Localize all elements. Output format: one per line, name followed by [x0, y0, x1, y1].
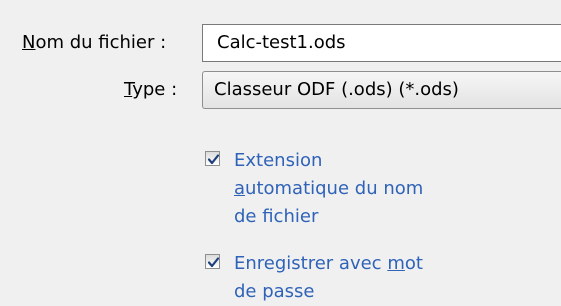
filename-input[interactable]: Calc-test1.ods	[202, 24, 561, 62]
auto-extension-label[interactable]: Extension automatique du nom de fichier	[234, 147, 423, 231]
save-with-password-line2: de passe	[234, 281, 315, 302]
auto-extension-line3: de fichier	[234, 206, 319, 227]
type-select[interactable]: Classeur ODF (.ods) (*.ods)	[202, 71, 561, 109]
filename-label-text: om du fichier :	[35, 32, 167, 53]
checkmark-icon	[207, 154, 220, 165]
save-with-password-line1: Enregistrer avec mot	[234, 250, 423, 278]
checkmark-icon	[207, 257, 220, 268]
save-with-password-checkbox[interactable]	[205, 254, 220, 269]
filename-value: Calc-test1.ods	[217, 32, 346, 53]
save-with-password-suffix: ot	[404, 253, 423, 274]
filename-label: Nom du fichier :	[22, 32, 166, 54]
save-with-password-prefix: Enregistrer avec	[234, 253, 388, 274]
auto-extension-line2-rest: utomatique du nom	[245, 178, 424, 199]
type-selected-value: Classeur ODF (.ods) (*.ods)	[214, 79, 459, 100]
auto-extension-line1: Extension	[234, 150, 323, 171]
auto-extension-checkbox[interactable]	[205, 151, 220, 166]
save-with-password-mnemonic: m	[387, 253, 405, 274]
save-with-password-label[interactable]: Enregistrer avec mot de passe	[234, 250, 423, 306]
auto-extension-mnemonic: a	[234, 178, 246, 199]
type-label-mnemonic: T	[124, 79, 133, 100]
type-label: Type :	[124, 79, 177, 101]
filename-label-mnemonic: N	[22, 32, 36, 53]
auto-extension-line2: automatique du nom	[234, 175, 423, 203]
type-label-text: ype :	[132, 79, 178, 100]
